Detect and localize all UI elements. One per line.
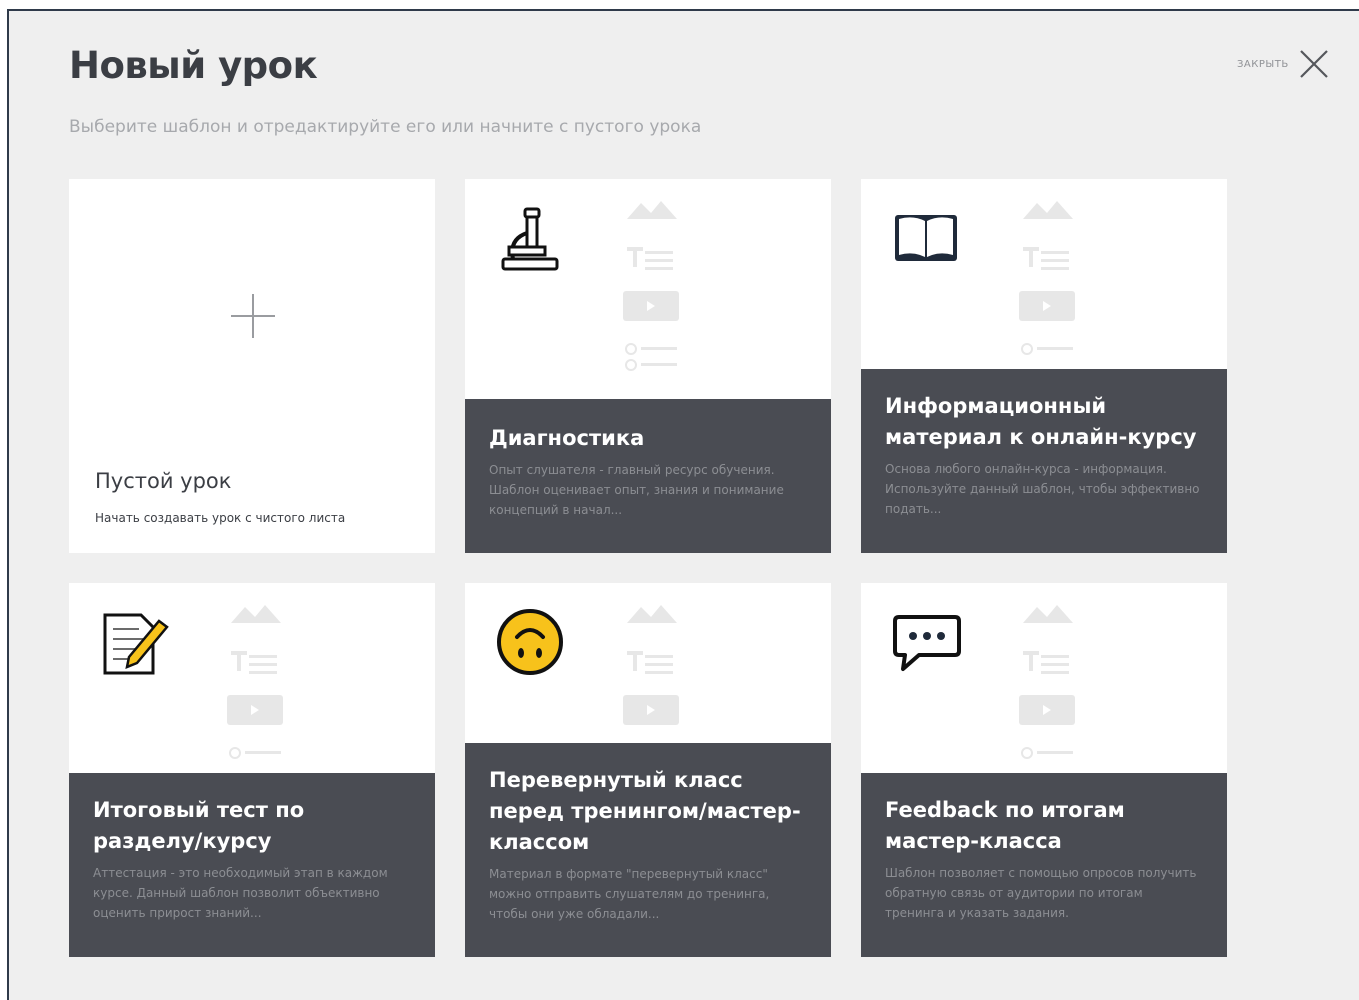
microscope-icon bbox=[501, 207, 559, 271]
template-preview-icon bbox=[1019, 201, 1075, 355]
close-icon bbox=[1299, 50, 1328, 78]
card-description: Начать создавать урок с чистого листа bbox=[95, 511, 346, 525]
upside-down-face-icon bbox=[497, 609, 563, 675]
template-card-final-test[interactable]: Итоговый тест по разделу/курсу Аттестаци… bbox=[69, 583, 435, 957]
card-title: Пустой урок bbox=[95, 469, 232, 493]
card-title: Информационный материал к онлайн-курсу bbox=[885, 394, 1197, 449]
card-title: Feedback по итогам мастер-класса bbox=[885, 798, 1125, 853]
card-description: Основа любого онлайн-курса - информация.… bbox=[885, 462, 1200, 516]
dialog-title: Новый урок bbox=[69, 44, 318, 87]
memo-icon bbox=[103, 613, 169, 675]
template-card-info-material[interactable]: Информационный материал к онлайн-курсу О… bbox=[861, 179, 1227, 553]
template-card-flipped-class[interactable]: Перевернутый класс перед тренингом/масте… bbox=[465, 583, 831, 957]
card-title: Перевернутый класс перед тренингом/масте… bbox=[489, 768, 801, 854]
card-title: Итоговый тест по разделу/курсу bbox=[93, 798, 305, 853]
template-preview-icon bbox=[623, 201, 679, 371]
template-card-diagnostics[interactable]: Диагностика Опыт слушателя - главный рес… bbox=[465, 179, 831, 553]
close-button[interactable]: ЗАКРЫТЬ bbox=[1237, 49, 1329, 79]
card-description: Аттестация - это необходимый этап в кажд… bbox=[93, 866, 388, 920]
template-card-blank[interactable]: Пустой урок Начать создавать урок с чист… bbox=[69, 179, 435, 553]
card-title: Диагностика bbox=[489, 426, 645, 450]
template-preview-icon bbox=[227, 605, 283, 759]
card-info-panel: Итоговый тест по разделу/курсу Аттестаци… bbox=[69, 773, 435, 957]
card-info-panel: Диагностика Опыт слушателя - главный рес… bbox=[465, 399, 831, 553]
dialog-subtitle: Выберите шаблон и отредактируйте его или… bbox=[69, 117, 702, 137]
card-description: Опыт слушателя - главный ресурс обучения… bbox=[489, 463, 784, 517]
card-info-panel: Информационный материал к онлайн-курсу О… bbox=[861, 369, 1227, 553]
plus-icon bbox=[231, 294, 275, 338]
book-icon bbox=[895, 215, 957, 261]
new-lesson-dialog: Новый урок Выберите шаблон и отредактиру… bbox=[7, 9, 1359, 1000]
speech-bubble-icon bbox=[893, 615, 961, 671]
card-info-panel: Перевернутый класс перед тренингом/масте… bbox=[465, 743, 831, 957]
template-card-feedback[interactable]: Feedback по итогам мастер-класса Шаблон … bbox=[861, 583, 1227, 957]
card-description: Шаблон позволяет с помощью опросов получ… bbox=[885, 866, 1197, 920]
close-label: ЗАКРЫТЬ bbox=[1237, 58, 1289, 70]
template-preview-icon bbox=[1019, 605, 1075, 759]
card-description: Материал в формате "перевернутый класс" … bbox=[489, 867, 770, 921]
card-info-panel: Feedback по итогам мастер-класса Шаблон … bbox=[861, 773, 1227, 957]
